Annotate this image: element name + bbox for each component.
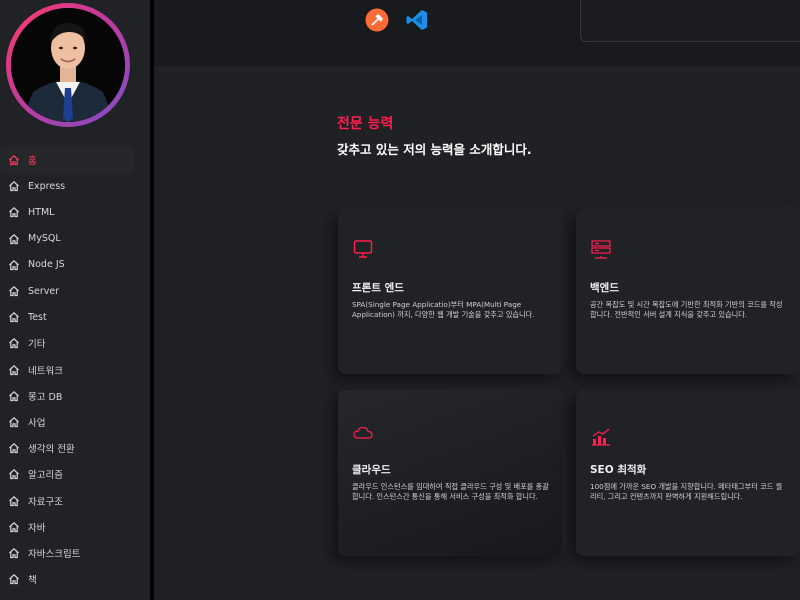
avatar[interactable] — [11, 8, 125, 122]
sidebar-item-label: Test — [28, 311, 47, 323]
card-title: 클라우드 — [352, 464, 391, 476]
home-icon — [8, 311, 20, 323]
top-card — [580, 0, 800, 42]
sidebar-item-datastructure[interactable]: 자료구조 — [0, 487, 150, 513]
sidebar-item-label: 몽고 DB — [28, 391, 63, 403]
chart-icon — [590, 426, 612, 448]
skill-card-cloud[interactable]: 클라우드 클라우드 인스턴스를 임대하여 직접 클라우드 구성 및 배포를 총괄… — [338, 390, 562, 556]
home-icon — [8, 364, 20, 376]
sidebar-item-book[interactable]: 책 — [0, 566, 150, 592]
card-title: 백엔드 — [590, 282, 619, 294]
server-icon — [590, 238, 612, 260]
profile-photo — [11, 8, 125, 122]
sidebar-item-algorithm[interactable]: 알고리즘 — [0, 461, 150, 487]
sidebar-item-label: 알고리즘 — [28, 470, 63, 482]
sidebar-item-label: 네트워크 — [28, 365, 63, 377]
sidebar-item-label: 홈 — [28, 156, 37, 168]
home-icon — [8, 206, 20, 218]
sidebar-item-network[interactable]: 네트워크 — [0, 357, 150, 383]
sidebar: 홈 Express HTML MySQL Node JS Server Test — [0, 0, 150, 600]
home-icon — [8, 180, 20, 192]
sidebar-item-mysql[interactable]: MySQL — [0, 226, 150, 252]
card-description: SPA(Single Page Applicatio)부터 MPA(Multi … — [352, 300, 535, 319]
vscode-icon — [405, 8, 429, 32]
sidebar-item-nodejs[interactable]: Node JS — [0, 252, 150, 278]
postman-icon — [365, 8, 389, 32]
card-title: SEO 최적화 — [590, 464, 647, 476]
sidebar-item-html[interactable]: HTML — [0, 199, 150, 225]
sidebar-item-business[interactable]: 사업 — [0, 409, 150, 435]
card-description: 100점에 가까운 SEO 개발을 지향합니다. 메타태그부터 코드 퀄리티, … — [590, 482, 783, 501]
sidebar-item-label: 사업 — [28, 417, 46, 429]
home-icon — [8, 154, 20, 166]
cloud-icon — [352, 422, 374, 444]
home-icon — [8, 547, 20, 559]
home-icon — [8, 573, 20, 585]
skill-card-frontend[interactable]: 프론트 엔드 SPA(Single Page Applicatio)부터 MPA… — [338, 208, 562, 374]
home-icon — [8, 259, 20, 271]
skill-card-backend[interactable]: 백엔드 공간 복잡도 및 시간 복잡도에 기반한 최적화 기반의 코드를 작성합… — [576, 208, 800, 374]
sidebar-item-label: 생각의 전환 — [28, 444, 75, 456]
sidebar-item-label: 자바 — [28, 522, 46, 534]
sidebar-item-server[interactable]: Server — [0, 278, 150, 304]
tools-band — [154, 0, 800, 66]
sidebar-item-express[interactable]: Express — [0, 173, 150, 199]
sidebar-item-label: MySQL — [28, 233, 61, 245]
card-description: 클라우드 인스턴스를 임대하여 직접 클라우드 구성 및 배포를 총괄합니다. … — [352, 482, 549, 501]
section-title: 전문 능력 — [337, 116, 394, 132]
sidebar-item-thinking[interactable]: 생각의 전환 — [0, 435, 150, 461]
sidebar-item-label: Node JS — [28, 259, 65, 271]
main-content: 전문 능력 갖추고 있는 저의 능력을 소개합니다. 프론트 엔드 SPA(Si… — [154, 0, 800, 600]
sidebar-item-home[interactable]: 홈 — [0, 147, 134, 174]
sidebar-item-mongodb[interactable]: 몽고 DB — [0, 383, 150, 409]
home-icon — [8, 495, 20, 507]
home-icon — [8, 337, 20, 349]
home-icon — [8, 233, 20, 245]
sidebar-item-java[interactable]: 자바 — [0, 514, 150, 540]
sidebar-item-label: Server — [28, 285, 60, 297]
home-icon — [8, 521, 20, 533]
card-description: 공간 복잡도 및 시간 복잡도에 기반한 최적화 기반의 코드를 작성합니다. … — [590, 300, 783, 319]
home-icon — [8, 416, 20, 428]
sidebar-item-etc[interactable]: 기타 — [0, 330, 150, 356]
sidebar-item-label: 기타 — [28, 339, 46, 351]
sidebar-item-label: HTML — [28, 206, 55, 218]
sidebar-item-javascript[interactable]: 자바스크립트 — [0, 540, 150, 566]
home-icon — [8, 285, 20, 297]
monitor-icon — [352, 238, 374, 260]
sidebar-nav: 홈 Express HTML MySQL Node JS Server Test — [0, 147, 150, 592]
sidebar-item-label: 책 — [28, 575, 37, 587]
sidebar-item-label: 자바스크립트 — [28, 548, 81, 560]
home-icon — [8, 468, 20, 480]
section-subtitle: 갖추고 있는 저의 능력을 소개합니다. — [337, 142, 532, 157]
sidebar-item-label: 자료구조 — [28, 496, 63, 508]
sidebar-item-test[interactable]: Test — [0, 304, 150, 330]
home-icon — [8, 442, 20, 454]
home-icon — [8, 390, 20, 402]
skill-card-seo[interactable]: SEO 최적화 100점에 가까운 SEO 개발을 지향합니다. 메타태그부터 … — [576, 390, 800, 556]
profile-avatar-ring — [6, 3, 130, 127]
sidebar-item-label: Express — [28, 180, 66, 192]
card-title: 프론트 엔드 — [352, 282, 404, 294]
